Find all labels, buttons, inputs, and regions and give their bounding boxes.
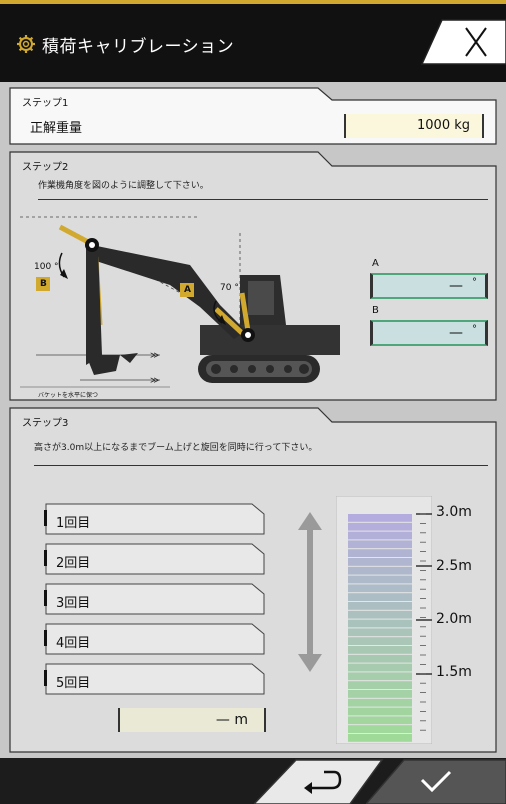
round-label: 1回目 [56, 516, 91, 531]
gauge-segment [348, 566, 412, 575]
round-marker [44, 630, 47, 646]
gauge-segment [348, 619, 412, 628]
round-label: 5回目 [56, 676, 91, 691]
step2-divider [38, 199, 488, 200]
gauge-segment [348, 690, 412, 698]
gauge-segment [348, 575, 412, 584]
step3-divider [34, 465, 488, 466]
svg-text:≫: ≫ [150, 351, 159, 361]
gauge-segment [348, 522, 412, 531]
scale-label-2-5: 2.5m [436, 558, 472, 574]
back-button[interactable] [254, 758, 384, 804]
gauge-segment [348, 584, 412, 593]
angle-b-label: 100 ° [34, 262, 59, 272]
round-button-5[interactable]: 5回目 [44, 662, 266, 696]
angle-b-unit: ° [472, 324, 477, 335]
gauge-segment [348, 672, 412, 681]
round-button-3[interactable]: 3回目 [44, 582, 266, 616]
gauge-segment [348, 602, 412, 610]
gauge-segment [348, 540, 412, 549]
round-marker [44, 510, 47, 526]
scale-label-3-0: 3.0m [436, 504, 472, 520]
gauge-segment [348, 654, 412, 663]
round-label: 2回目 [56, 556, 91, 571]
round-label: 3回目 [56, 596, 91, 611]
step2-instruction: 作業機角度を図のように調整して下さい。 [38, 181, 209, 191]
bucket-note: バケットを水平に保つ [38, 392, 99, 399]
angle-a-label: 70 ° [220, 283, 239, 293]
gauge-segment [348, 663, 412, 672]
round-button-1[interactable]: 1回目 [44, 502, 266, 536]
gauge-segment [348, 549, 412, 557]
scale-label-2-0: 2.0m [436, 611, 472, 627]
round-marker [44, 550, 47, 566]
round-button-2[interactable]: 2回目 [44, 542, 266, 576]
marker-b: B [40, 279, 47, 289]
gauge-segment [348, 716, 412, 725]
gauge-segment [348, 725, 412, 733]
gauge-segment [348, 531, 412, 540]
round-marker [44, 670, 47, 686]
height-gauge [336, 496, 432, 744]
gauge-segment [348, 514, 412, 522]
angle-b-field[interactable]: — ° [370, 320, 488, 346]
round-label: 4回目 [56, 636, 91, 651]
gauge-segment [348, 610, 412, 619]
angle-b-field-label: B [372, 305, 379, 316]
gauge-segment [348, 681, 412, 689]
confirm-button[interactable] [366, 758, 506, 804]
step1-label: ステップ1 [22, 98, 69, 109]
scale-label-1-5: 1.5m [436, 664, 472, 680]
weight-label: 正解重量 [30, 121, 83, 136]
gauge-segment [348, 698, 412, 707]
round-button-4[interactable]: 4回目 [44, 622, 266, 656]
angle-a-unit: ° [472, 277, 477, 288]
marker-a: A [184, 285, 191, 295]
gauge-segment [348, 628, 412, 637]
gauge-segment [348, 593, 412, 601]
height-value-field: — m [118, 708, 266, 732]
weight-input[interactable]: 1000 kg [344, 114, 484, 138]
angle-a-field[interactable]: — ° [370, 273, 488, 299]
up-down-arrow-icon [298, 512, 322, 672]
gauge-segment [348, 646, 412, 654]
step2-label: ステップ2 [22, 162, 69, 173]
step3-label: ステップ3 [22, 418, 69, 429]
gauge-segment [348, 734, 412, 742]
angle-a-field-label: A [372, 258, 379, 269]
angle-a-value: — [449, 278, 463, 294]
round-marker [44, 590, 47, 606]
svg-text:≫: ≫ [150, 376, 159, 386]
angle-b-value: — [449, 325, 463, 341]
step3-instruction: 高さが3.0m以上になるまでブーム上げと旋回を同時に行って下さい。 [34, 443, 318, 453]
excavator-diagram: ≫ ≫ [20, 216, 340, 388]
gauge-segment [348, 707, 412, 716]
gauge-segment [348, 558, 412, 566]
gauge-segment [348, 637, 412, 645]
